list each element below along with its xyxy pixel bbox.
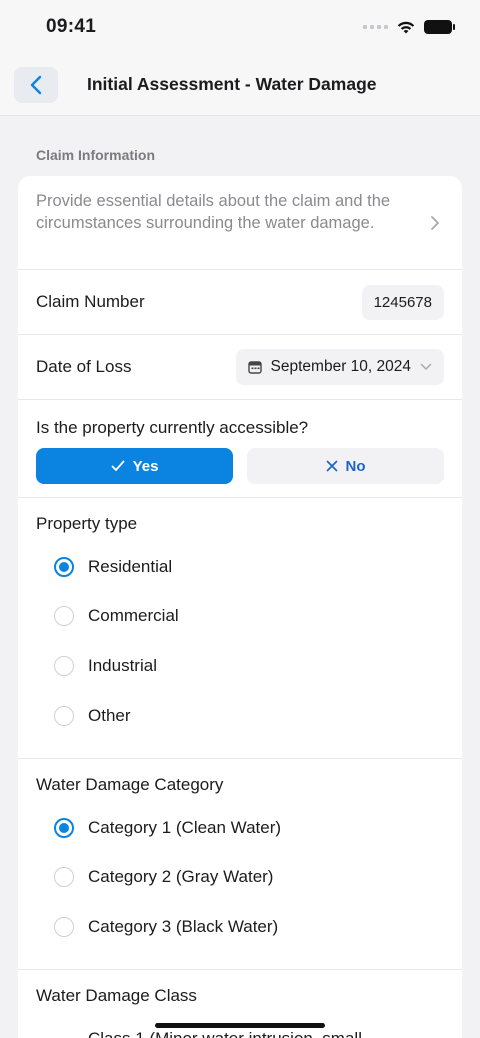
date-picker[interactable]: September 10, 2024 — [235, 349, 444, 385]
chevron-left-icon — [30, 75, 42, 94]
claim-number-row: Claim Number 1245678 — [18, 270, 462, 335]
radio-label: Commercial — [88, 606, 179, 626]
radio-label: Residential — [88, 556, 173, 576]
chevron-down-icon — [420, 363, 432, 371]
damage-category-group: Water Damage Category Category 1 (Clean … — [18, 759, 462, 970]
no-button[interactable]: No — [247, 448, 444, 484]
calendar-icon — [247, 361, 262, 374]
yes-label: Yes — [132, 457, 159, 475]
accessible-question: Is the property currently accessible? — [36, 418, 309, 437]
claim-number-label: Claim Number — [36, 292, 145, 311]
radio-category-1[interactable]: Category 1 (Clean Water) — [36, 803, 444, 853]
yes-button[interactable]: Yes — [36, 448, 233, 484]
radio-label: Other — [88, 705, 131, 725]
battery-icon — [424, 20, 455, 34]
status-icons — [363, 20, 455, 35]
radio-label: Category 1 (Clean Water) — [88, 817, 282, 837]
date-of-loss-row: Date of Loss September 10, 2024 — [18, 335, 462, 400]
status-time: 09:41 — [46, 16, 97, 37]
radio-residential[interactable]: Residential — [36, 542, 444, 592]
property-type-group: Property type Residential Commercial Ind… — [18, 498, 462, 759]
nav-bar: Initial Assessment - Water Damage — [0, 54, 480, 116]
accessible-row: Is the property currently accessible? Ye… — [18, 400, 462, 498]
close-icon — [326, 460, 337, 472]
radio-commercial[interactable]: Commercial — [36, 592, 444, 642]
back-button[interactable] — [14, 66, 58, 103]
page-title: Initial Assessment - Water Damage — [87, 74, 377, 94]
intro-text: Provide essential details about the clai… — [36, 192, 391, 232]
radio-unselected-icon — [54, 606, 74, 627]
radio-selected-icon — [54, 556, 74, 577]
radio-unselected-icon — [54, 705, 74, 726]
radio-unselected-icon — [54, 655, 74, 676]
radio-industrial[interactable]: Industrial — [36, 641, 444, 691]
checkmark-icon — [111, 460, 124, 471]
damage-class-group: Water Damage Class — [18, 970, 462, 1022]
intro-row[interactable]: Provide essential details about the clai… — [18, 176, 462, 270]
radio-other[interactable]: Other — [36, 691, 444, 741]
no-label: No — [345, 457, 366, 475]
claim-card: Provide essential details about the clai… — [18, 176, 462, 1038]
radio-label: Category 2 (Gray Water) — [88, 867, 274, 887]
chevron-right-icon — [431, 216, 439, 230]
radio-unselected-icon — [54, 867, 74, 888]
radio-category-2[interactable]: Category 2 (Gray Water) — [36, 853, 444, 903]
date-of-loss-label: Date of Loss — [36, 357, 132, 376]
radio-unselected-icon — [54, 916, 74, 937]
home-indicator — [155, 1023, 325, 1028]
damage-class-title: Water Damage Class — [36, 986, 197, 1005]
section-label: Claim Information — [36, 147, 156, 163]
signal-icon — [363, 25, 388, 29]
radio-label: Industrial — [88, 655, 157, 675]
wifi-icon — [397, 21, 415, 33]
radio-category-3[interactable]: Category 3 (Black Water) — [36, 902, 444, 952]
property-type-title: Property type — [36, 514, 138, 533]
damage-category-title: Water Damage Category — [36, 775, 224, 794]
claim-number-field[interactable]: 1245678 — [361, 284, 444, 320]
date-value: September 10, 2024 — [270, 358, 411, 375]
radio-label: Category 3 (Black Water) — [88, 916, 279, 936]
status-bar: 09:41 — [0, 0, 480, 54]
damage-class-option-partial[interactable]: Class 1 (Minor water intrusion, small... — [88, 1030, 418, 1038]
radio-selected-icon — [54, 817, 74, 838]
accessible-toggle: Yes No — [36, 448, 444, 484]
